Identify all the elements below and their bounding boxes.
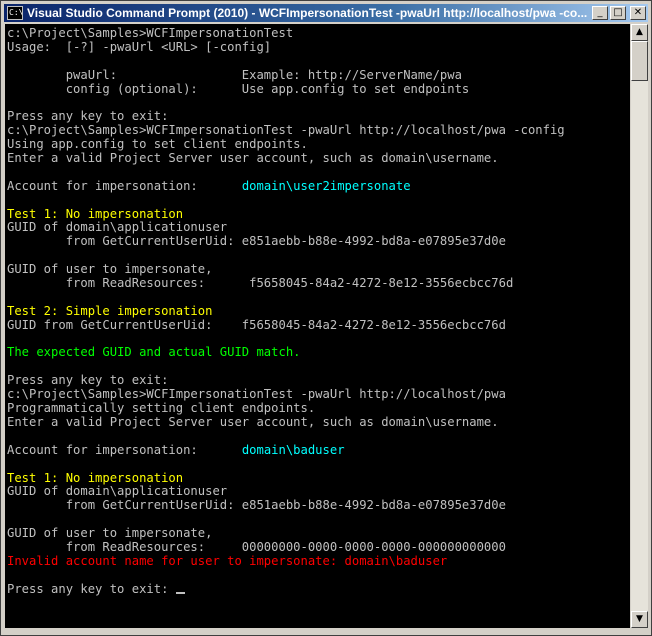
account-prompt-label: Account for impersonation:	[7, 178, 242, 193]
vertical-scrollbar[interactable]: ▲ ▼	[631, 24, 648, 628]
console-line: from GetCurrentUserUid: e851aebb-b88e-49…	[7, 498, 506, 513]
console-line: c:\Project\Samples>WCFImpersonationTest …	[7, 387, 506, 402]
console-line: GUID of user to impersonate,	[7, 526, 213, 541]
console-line: Enter a valid Project Server user accoun…	[7, 151, 499, 166]
console-line: GUID of domain\applicationuser	[7, 220, 228, 235]
scrollbar-thumb[interactable]	[631, 41, 648, 81]
exit-prompt: Press any key to exit:	[7, 581, 176, 596]
console-line: Using app.config to set client endpoints…	[7, 137, 308, 152]
console-line: Programmatically setting client endpoint…	[7, 401, 316, 416]
success-message: The expected GUID and actual GUID match.	[7, 345, 301, 360]
text-cursor	[175, 591, 185, 594]
console-line: GUID from GetCurrentUserUid: f5658045-84…	[7, 317, 506, 332]
account-prompt-label: Account for impersonation:	[7, 442, 242, 457]
console-line: Press any key to exit:	[7, 373, 169, 388]
window-title: Visual Studio Command Prompt (2010) - WC…	[27, 6, 588, 20]
title-bar[interactable]: C:\ Visual Studio Command Prompt (2010) …	[4, 4, 648, 22]
console-line: pwaUrl: Example: http://ServerName/pwa	[7, 67, 462, 82]
console-line: c:\Project\Samples>WCFImpersonationTest	[7, 26, 294, 40]
account-input-value: domain\baduser	[241, 442, 345, 457]
console-line: Press any key to exit:	[7, 581, 565, 597]
console-line: GUID of domain\applicationuser	[7, 484, 228, 499]
console-app-icon[interactable]: C:\	[7, 6, 23, 20]
scroll-up-arrow-icon[interactable]: ▲	[631, 24, 648, 41]
console-line: c:\Project\Samples>WCFImpersonationTest …	[7, 123, 565, 138]
console-line: from GetCurrentUserUid: e851aebb-b88e-49…	[7, 234, 506, 249]
test-heading: Test 1: No impersonation	[7, 470, 184, 485]
console-line: from ReadResources: 00000000-0000-0000-0…	[7, 539, 506, 554]
console-line: GUID of user to impersonate,	[7, 262, 213, 277]
console-line: Account for impersonation: domain\baduse…	[7, 442, 565, 458]
console-line: Enter a valid Project Server user accoun…	[7, 414, 499, 429]
console-line: from ReadResources: f5658045-84a2-4272-8…	[7, 276, 514, 291]
console-output[interactable]: c:\Project\Samples>WCFImpersonationTest …	[5, 24, 630, 628]
account-input-value: domain\user2impersonate	[241, 178, 411, 193]
console-line: config (optional): Use app.config to set…	[7, 81, 470, 96]
console-lines: c:\Project\Samples>WCFImpersonationTest …	[7, 26, 565, 597]
test-heading: Test 2: Simple impersonation	[7, 303, 213, 318]
command-prompt-window: C:\ Visual Studio Command Prompt (2010) …	[0, 0, 652, 636]
maximize-button[interactable]: □	[610, 6, 626, 20]
scroll-down-arrow-icon[interactable]: ▼	[631, 611, 648, 628]
console-line: Press any key to exit:	[7, 109, 169, 124]
test-heading: Test 1: No impersonation	[7, 206, 184, 221]
console-line: Usage: [-?] -pwaUrl <URL> [-config]	[7, 39, 272, 54]
close-button[interactable]: ✕	[630, 6, 646, 20]
minimize-button[interactable]: _	[592, 6, 608, 20]
console-line: Account for impersonation: domain\user2i…	[7, 178, 565, 194]
error-message: Invalid account name for user to imperso…	[7, 553, 448, 568]
